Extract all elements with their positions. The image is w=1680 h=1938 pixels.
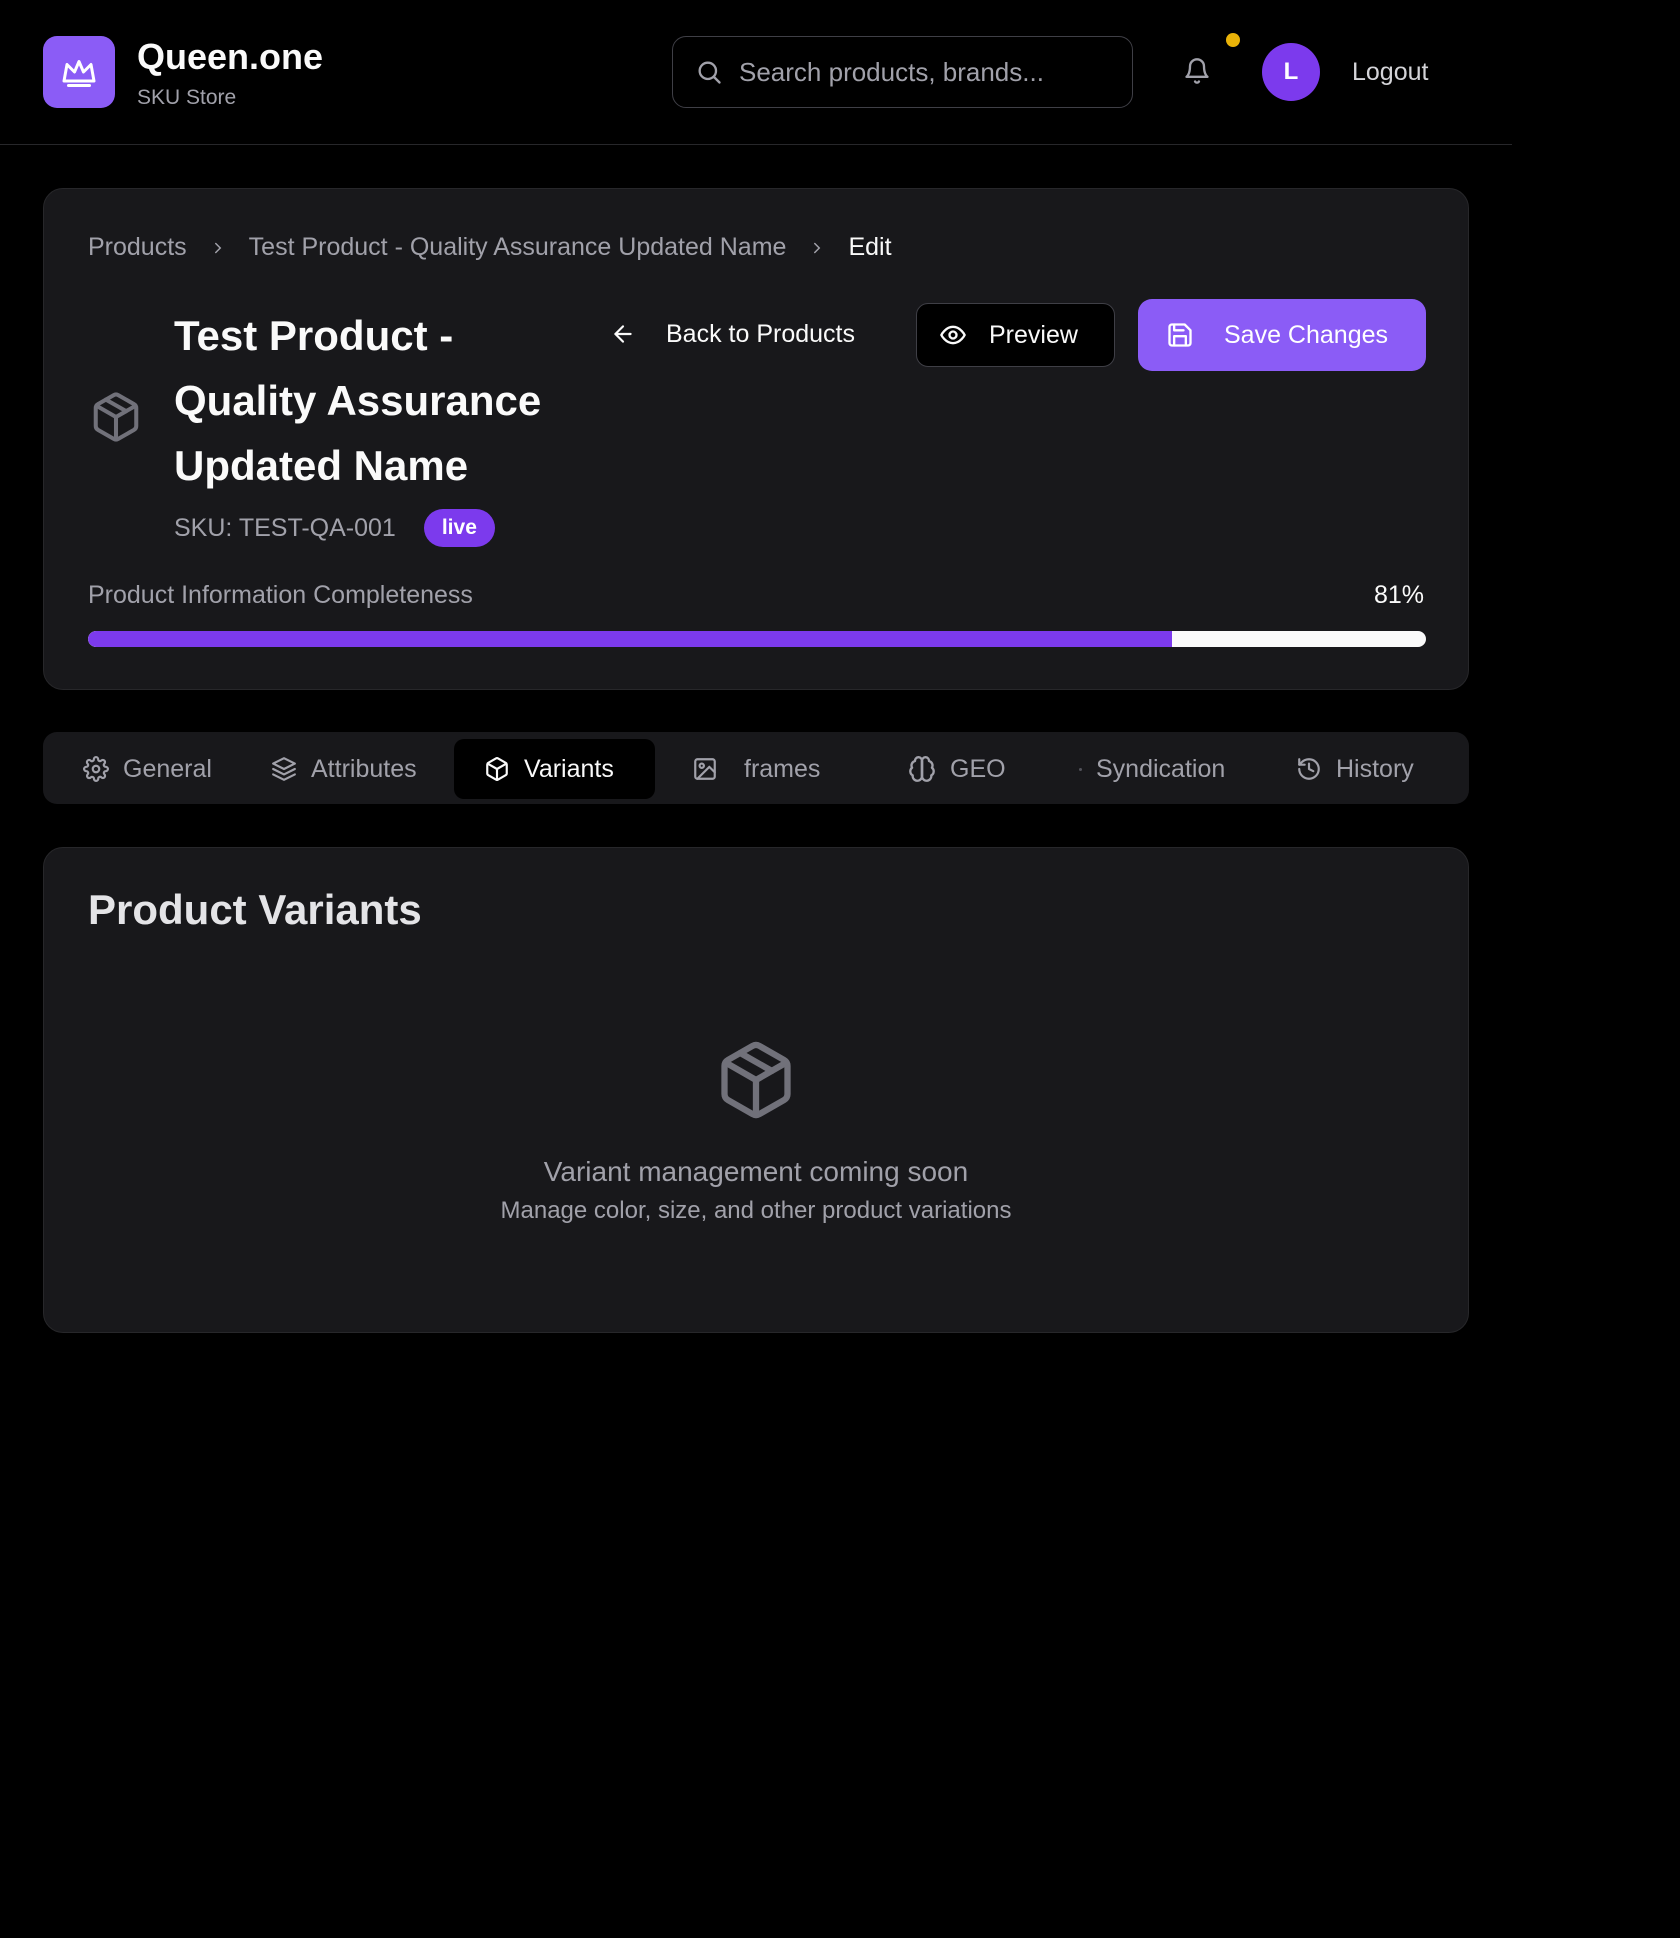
tab-label: History xyxy=(1336,754,1414,783)
chevron-right-icon xyxy=(209,239,227,257)
completeness-progress-bar xyxy=(88,631,1426,647)
breadcrumb-products[interactable]: Products xyxy=(88,233,187,262)
completeness-progress-fill xyxy=(88,631,1172,647)
back-to-products-button[interactable]: Back to Products xyxy=(610,302,855,366)
empty-state-title: Variant management coming soon xyxy=(543,1156,969,1187)
image-icon xyxy=(694,758,716,780)
product-tabs: General Attributes Variants frames GEO S… xyxy=(43,732,1469,804)
preview-button[interactable]: Preview xyxy=(916,303,1115,367)
tab-attributes[interactable]: Attributes xyxy=(271,739,417,799)
brand-subtitle: SKU Store xyxy=(137,86,237,109)
eye-icon xyxy=(940,325,966,345)
search-icon xyxy=(698,61,721,84)
brain-icon xyxy=(909,756,935,782)
back-label: Back to Products xyxy=(666,319,855,348)
product-title: Test Product - Quality Assurance Updated… xyxy=(174,312,542,489)
top-header: Queen.one SKU Store L Logout xyxy=(0,0,1512,145)
search-input[interactable] xyxy=(739,56,1119,88)
notification-dot xyxy=(1226,33,1240,47)
arrow-left-icon xyxy=(614,325,632,343)
completeness-label: Product Information Completeness xyxy=(88,581,473,609)
empty-state-subtitle: Manage color, size, and other product va… xyxy=(500,1197,1012,1224)
variants-title: Product Variants xyxy=(88,886,422,933)
search-box[interactable] xyxy=(672,36,1133,108)
tab-history[interactable]: History xyxy=(1296,739,1414,799)
tab-label: Variants xyxy=(524,754,614,783)
tab-label: GEO xyxy=(950,754,1006,783)
preview-label: Preview xyxy=(989,320,1078,349)
package-icon xyxy=(714,1038,798,1127)
user-avatar[interactable]: L xyxy=(1262,43,1320,101)
tab-label: Syndication xyxy=(1096,754,1226,783)
logout-button[interactable]: Logout xyxy=(1352,53,1428,91)
tab-general[interactable]: General xyxy=(83,739,212,799)
breadcrumb: Products Test Product - Quality Assuranc… xyxy=(88,233,892,262)
tab-label: frames xyxy=(744,754,821,783)
crown-logo-icon[interactable] xyxy=(43,36,115,108)
tab-geo[interactable]: GEO xyxy=(908,739,1006,799)
save-label: Save Changes xyxy=(1224,320,1389,349)
completeness-percent: 81% xyxy=(1373,581,1424,609)
box-icon xyxy=(486,757,508,781)
breadcrumb-current: Edit xyxy=(848,233,892,261)
product-variants-card: Product Variants Variant management comi… xyxy=(43,847,1469,1333)
tab-frames[interactable]: frames xyxy=(692,739,820,799)
chevron-right-icon xyxy=(808,239,826,257)
notifications-bell-icon[interactable] xyxy=(1180,52,1214,90)
sku-row: SKU: TEST-QA-001 live xyxy=(174,509,495,547)
breadcrumb-product[interactable]: Test Product - Quality Assurance Updated… xyxy=(249,233,787,262)
layers-icon xyxy=(272,757,296,781)
tab-label: General xyxy=(123,754,212,783)
save-icon xyxy=(1168,323,1192,347)
package-icon xyxy=(86,387,146,447)
gear-icon xyxy=(83,756,109,782)
dot-icon xyxy=(1079,767,1082,771)
history-icon xyxy=(1298,758,1320,780)
tab-syndication[interactable]: Syndication xyxy=(1079,739,1225,799)
brand-name: Queen.one xyxy=(137,36,324,77)
save-changes-button[interactable]: Save Changes xyxy=(1138,299,1426,371)
product-header-card: Products Test Product - Quality Assuranc… xyxy=(43,188,1469,690)
status-badge: live xyxy=(423,509,495,547)
product-sku: SKU: TEST-QA-001 xyxy=(174,513,396,542)
tab-label: Attributes xyxy=(311,754,417,783)
tab-variants[interactable]: Variants xyxy=(454,739,655,799)
